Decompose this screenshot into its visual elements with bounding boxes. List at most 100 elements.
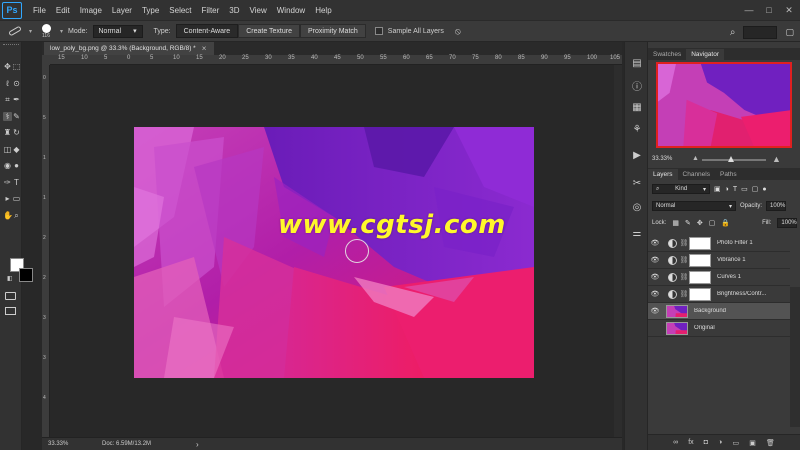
visibility-eye-icon[interactable]: 👁 (648, 273, 662, 281)
ruler-origin[interactable] (42, 55, 50, 65)
screen-mode-icon[interactable] (5, 307, 16, 315)
status-arrow-icon[interactable]: › (196, 440, 199, 449)
visibility-eye-icon[interactable]: 👁 (648, 256, 662, 264)
background-color-swatch[interactable] (19, 268, 33, 282)
filter-shape-icon[interactable]: ▭ (741, 185, 748, 193)
tab-paths[interactable]: Paths (715, 169, 742, 180)
document-tab[interactable]: low_poly_bg.png @ 33.3% (Background, RGB… (44, 42, 215, 55)
proximity-match-button[interactable]: Proximity Match (300, 24, 366, 38)
lock-position-icon[interactable]: ✥ (697, 219, 703, 227)
tools-icon[interactable]: ✂ (631, 178, 643, 190)
sample-all-layers-checkbox[interactable] (374, 27, 383, 35)
info-icon[interactable]: ⓘ (631, 82, 643, 94)
layer-mask-thumbnail[interactable] (689, 287, 711, 301)
navigator-view-frame[interactable] (656, 62, 792, 148)
layer-mask-thumbnail[interactable] (689, 270, 711, 284)
content-aware-button[interactable]: Content-Aware (175, 24, 239, 38)
type-icon[interactable]: T (12, 178, 21, 187)
bucket-icon[interactable]: ◆ (12, 145, 21, 154)
brush-dropdown-icon[interactable]: ▾ (60, 28, 63, 35)
opacity-input[interactable]: 100% (766, 201, 787, 211)
workspace-select[interactable] (743, 25, 778, 39)
trash-icon[interactable]: 🗑 (766, 439, 775, 447)
layer-thumbnail[interactable] (666, 304, 688, 318)
blend-mode-select[interactable]: Normal ▾ (652, 201, 736, 211)
pen-icon[interactable]: ✑ (3, 178, 12, 187)
history-brush-icon[interactable]: ↻ (12, 128, 21, 137)
filter-smart-icon[interactable]: ▢ (752, 185, 759, 193)
preset-dropdown-icon[interactable]: ▾ (29, 28, 32, 35)
menu-view[interactable]: View (245, 6, 272, 15)
canvas-vertical-scrollbar[interactable] (614, 65, 622, 437)
shape-icon[interactable]: ▭ (12, 194, 21, 203)
minimize-button[interactable]: — (742, 5, 756, 15)
ruler-vertical[interactable]: 0 5 1 1 2 2 3 3 4 (42, 65, 50, 437)
marquee-icon[interactable]: ⬚ (12, 62, 21, 71)
maximize-button[interactable]: □ (762, 5, 776, 15)
menu-type[interactable]: Type (137, 6, 164, 15)
menu-help[interactable]: Help (310, 6, 336, 15)
ruler-horizontal[interactable]: 15 10 5 0 5 10 15 20 25 30 35 40 45 50 55 60 65 70 75 80 85 9… (50, 55, 622, 65)
brush-size-picker[interactable]: 116 (37, 22, 55, 40)
layer-row[interactable]: 👁 ⛓ Curves 1 (648, 269, 790, 286)
filter-pixel-icon[interactable]: ▣ (714, 185, 721, 193)
menu-file[interactable]: File (28, 6, 51, 15)
zoom-icon[interactable]: ⌕ (12, 211, 21, 220)
new-group-icon[interactable]: ▭ (732, 439, 739, 447)
healing-brush-icon[interactable]: ⚕ (3, 111, 12, 121)
blur-icon[interactable]: ◉ (3, 161, 12, 170)
tab-channels[interactable]: Channels (678, 169, 715, 180)
menu-layer[interactable]: Layer (107, 6, 137, 15)
toolbar-grip[interactable] (3, 44, 19, 47)
add-mask-icon[interactable]: ◘ (704, 439, 708, 446)
menu-select[interactable]: Select (164, 6, 196, 15)
lasso-icon[interactable]: ℓ (3, 79, 12, 88)
navigator-zoom-slider[interactable] (702, 159, 766, 161)
properties-icon[interactable]: ▦ (631, 102, 643, 114)
eraser-icon[interactable]: ◫ (3, 145, 12, 154)
fx-icon[interactable]: fx (688, 439, 693, 446)
chain-link-icon[interactable]: ⛓ (679, 239, 689, 247)
chain-link-icon[interactable]: ⛓ (679, 290, 689, 298)
layer-mask-thumbnail[interactable] (689, 236, 711, 250)
mode-select[interactable]: Normal ▾ (92, 24, 143, 38)
fill-input[interactable]: 100% (777, 218, 798, 228)
adjustments-icon[interactable]: ⚌ (631, 228, 643, 240)
create-texture-button[interactable]: Create Texture (238, 24, 300, 38)
menu-3d[interactable]: 3D (224, 6, 244, 15)
menu-window[interactable]: Window (272, 6, 310, 15)
menu-edit[interactable]: Edit (51, 6, 75, 15)
document-image[interactable] (134, 127, 534, 378)
link-layers-icon[interactable]: ∞ (673, 439, 678, 446)
history-icon[interactable]: ▤ (631, 58, 643, 70)
eyedropper-icon[interactable]: ✒ (12, 95, 21, 104)
quick-select-icon[interactable]: ⊙ (12, 79, 21, 88)
crop-icon[interactable]: ⌗ (3, 95, 12, 104)
layer-thumbnail[interactable] (666, 321, 688, 335)
brush-icon[interactable]: ✎ (12, 112, 21, 121)
layers-scrollbar[interactable] (790, 287, 800, 427)
pressure-icon[interactable]: ⦸ (455, 26, 461, 37)
lock-all-icon[interactable]: 🔒 (721, 219, 730, 227)
lock-artboard-icon[interactable]: ▢ (709, 219, 716, 227)
menu-image[interactable]: Image (75, 6, 107, 15)
close-tab-icon[interactable]: × (202, 44, 207, 53)
filter-adjustment-icon[interactable]: ◑ (725, 186, 729, 193)
layer-row[interactable]: 👁 Background (648, 303, 790, 320)
layer-row[interactable]: Original (648, 320, 790, 337)
actions-icon[interactable]: ▶ (631, 150, 643, 162)
visibility-eye-icon[interactable]: 👁 (648, 239, 662, 247)
path-select-icon[interactable]: ▸ (3, 194, 12, 203)
menu-filter[interactable]: Filter (197, 6, 225, 15)
close-button[interactable]: ✕ (782, 5, 796, 16)
zoom-out-icon[interactable]: ▲ (692, 155, 699, 162)
navigator-zoom-value[interactable]: 33.33% (652, 156, 672, 162)
default-colors-icon[interactable]: ◧ (7, 275, 13, 282)
quick-mask-icon[interactable] (5, 292, 16, 300)
tab-navigator[interactable]: Navigator (686, 49, 725, 60)
visibility-eye-icon[interactable]: 👁 (648, 290, 662, 298)
filter-type-icon[interactable]: T (733, 186, 737, 193)
status-zoom[interactable]: 33.33% (42, 441, 86, 447)
layer-row[interactable]: 👁 ⛓ Photo Filter 1 (648, 235, 790, 252)
visibility-eye-icon[interactable]: 👁 (648, 307, 662, 315)
